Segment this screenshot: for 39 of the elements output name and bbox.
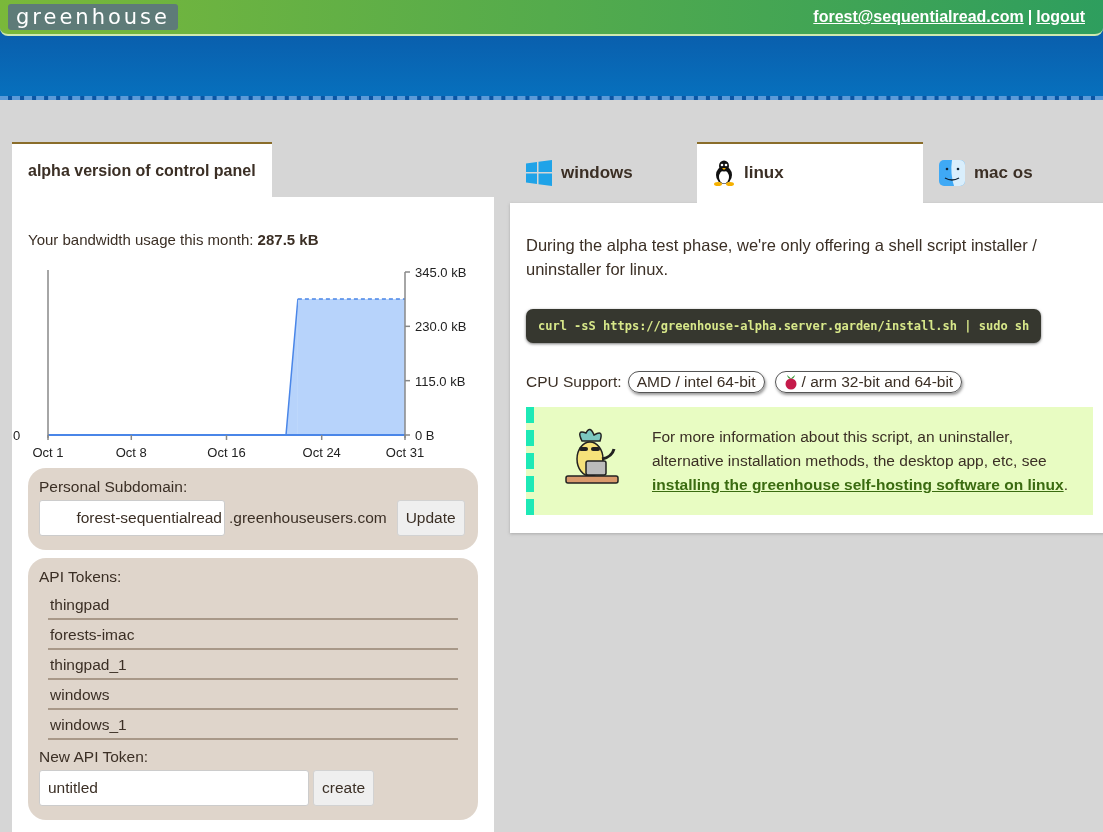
separator: | <box>1027 8 1033 26</box>
penguin-icon <box>713 160 735 186</box>
update-button[interactable]: Update <box>396 500 465 536</box>
panel-tab[interactable]: alpha version of control panel <box>12 142 272 197</box>
logo[interactable]: greenhouse <box>8 4 178 30</box>
token-item[interactable]: windows_1 <box>48 710 458 740</box>
os-tab[interactable]: windows <box>510 142 697 203</box>
create-button[interactable]: create <box>313 770 375 806</box>
axis-label: 0 B <box>415 428 435 443</box>
subdomain-label: Personal Subdomain: <box>39 478 189 496</box>
docs-link[interactable]: installing the greenhouse self-hosting software on linux <box>652 476 1064 493</box>
os-tab[interactable]: mac os <box>923 142 1103 203</box>
token-item[interactable]: thingpad <box>48 590 458 620</box>
token-item[interactable]: windows <box>48 680 458 710</box>
axis-label: 0 <box>13 428 21 443</box>
token-item[interactable]: forests-imac <box>48 620 458 650</box>
domain-suffix: .greenhouseusers.com <box>229 509 387 527</box>
raspberry-icon <box>783 374 798 390</box>
axis-label: Oct 16 <box>207 445 246 460</box>
axis-label: Oct 24 <box>302 445 341 460</box>
axis-label: Oct 8 <box>115 445 147 460</box>
axis-label: Oct 31 <box>385 445 425 460</box>
smiling-face-icon <box>939 160 965 186</box>
install-command: curl -sS https://greenhouse-alpha.server.garden/install.sh | sudo sh <box>526 309 1042 343</box>
os-tab[interactable]: linux <box>697 142 923 203</box>
axis-label: 115.0 kB <box>415 373 466 389</box>
windows-logo-icon <box>526 160 552 186</box>
subdomain-field[interactable]: forest-sequentialread <box>39 500 225 536</box>
axis-label: 345.0 kB <box>415 265 467 280</box>
intro-text: During the alpha test phase, we're only offering a shell script installer / uninstaller for linux. <box>526 235 1038 280</box>
new-token-label: New API Token: <box>39 748 150 766</box>
api-tokens-label: API Tokens: <box>39 568 123 586</box>
bandwidth-usage-text: Your bandwidth usage this month: 287.5 kB <box>28 231 320 248</box>
axis-label: Oct 1 <box>32 445 64 460</box>
info-text: For more information about this script, an uninstaller, alternative installation methods, the desktop app, etc, see installing the greenhouse self-hosting software on linux. <box>652 427 1069 495</box>
new-token-field[interactable]: untitled <box>39 770 309 806</box>
axis-label: 230.0 kB <box>415 319 467 335</box>
token-item[interactable]: thingpad_1 <box>48 650 458 680</box>
cpu-support-label: CPU Support: <box>526 373 622 391</box>
